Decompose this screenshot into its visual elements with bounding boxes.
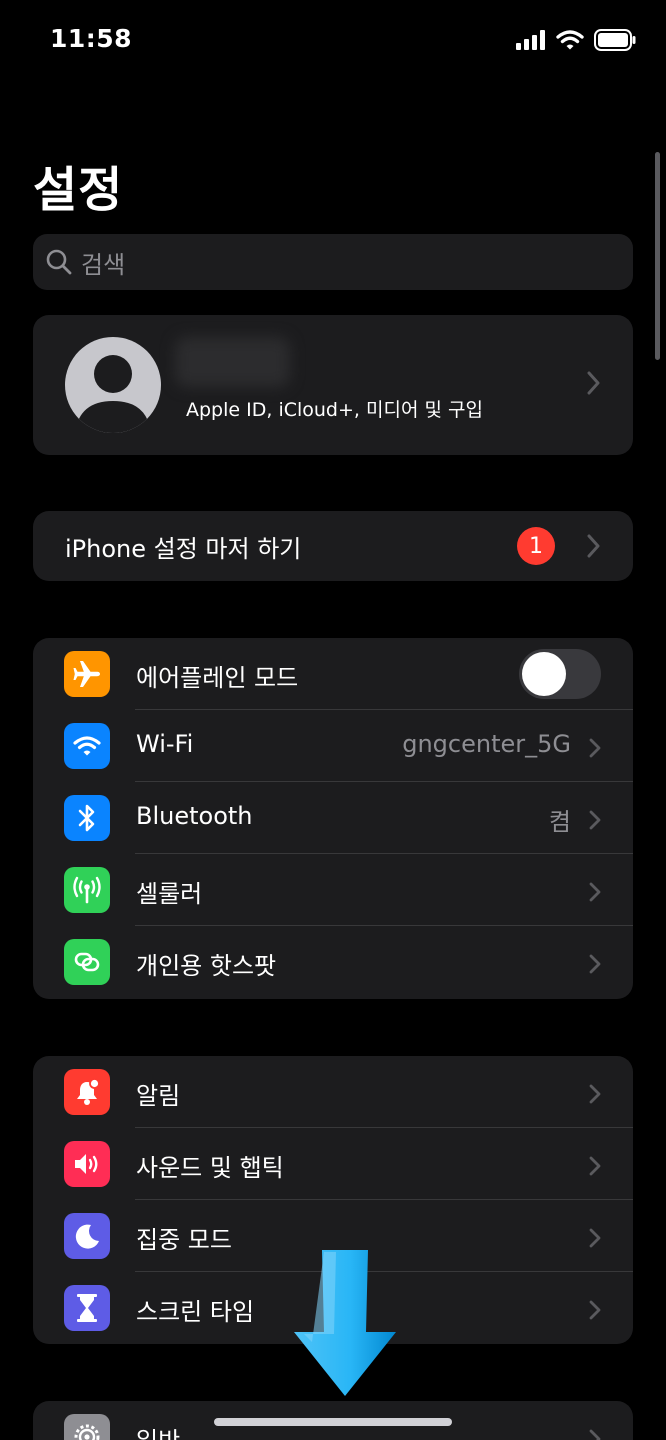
chevron-right-icon — [589, 882, 601, 902]
chevron-right-icon — [589, 810, 601, 830]
wifi-icon — [64, 723, 110, 769]
chevron-right-icon — [589, 738, 601, 758]
personal-hotspot-row[interactable]: 개인용 핫스팟 — [33, 926, 633, 998]
row-label: Bluetooth — [136, 802, 253, 830]
cellular-signal-icon — [516, 30, 545, 50]
row-label: 셀룰러 — [136, 880, 203, 908]
moon-icon — [64, 1213, 110, 1259]
search-placeholder: 검색 — [81, 250, 126, 279]
wifi-icon — [556, 30, 584, 50]
chevron-right-icon — [587, 534, 600, 558]
profile-subtitle: Apple ID, iCloud+, 미디어 및 구입 — [186, 399, 483, 421]
row-label: Wi-Fi — [136, 730, 194, 758]
chevron-right-icon — [589, 1429, 601, 1440]
status-bar: 11:58 — [0, 0, 666, 80]
row-label: 에어플레인 모드 — [136, 664, 299, 692]
bluetooth-status: 켬 — [548, 808, 571, 836]
home-indicator[interactable] — [214, 1418, 452, 1426]
status-icons — [516, 29, 636, 51]
bell-icon — [64, 1069, 110, 1115]
connectivity-group: 에어플레인 모드 Wi-Fi gngcenter_5G Bluetooth 켬 — [33, 638, 633, 999]
search-icon — [46, 249, 72, 275]
wifi-network-name: gngcenter_5G — [402, 730, 571, 758]
battery-icon — [594, 29, 636, 51]
chevron-right-icon — [589, 1300, 601, 1320]
row-label: 알림 — [136, 1082, 181, 1110]
row-label: 스크린 타임 — [136, 1298, 255, 1326]
page-title: 설정 — [33, 162, 124, 218]
finish-setup-cell[interactable]: iPhone 설정 마저 하기 1 — [33, 511, 633, 581]
airplane-mode-toggle[interactable] — [519, 649, 601, 699]
avatar — [65, 337, 161, 433]
chevron-right-icon — [589, 1084, 601, 1104]
hotspot-icon — [64, 939, 110, 985]
status-time: 11:58 — [50, 24, 133, 53]
wifi-row[interactable]: Wi-Fi gngcenter_5G — [33, 710, 633, 782]
chevron-right-icon — [589, 1228, 601, 1248]
row-label: 사운드 및 햅틱 — [136, 1154, 284, 1182]
apple-id-profile-cell[interactable]: Apple ID, iCloud+, 미디어 및 구입 — [33, 315, 633, 455]
chevron-right-icon — [589, 954, 601, 974]
row-label: 집중 모드 — [136, 1226, 232, 1254]
notification-badge: 1 — [517, 527, 555, 565]
chevron-right-icon — [587, 371, 600, 395]
notifications-row[interactable]: 알림 — [33, 1056, 633, 1128]
sounds-haptics-row[interactable]: 사운드 및 햅틱 — [33, 1128, 633, 1200]
finish-setup-label: iPhone 설정 마저 하기 — [65, 535, 302, 563]
profile-name-redacted — [175, 337, 290, 387]
cellular-antenna-icon — [64, 867, 110, 913]
bluetooth-icon — [64, 795, 110, 841]
airplane-mode-row[interactable]: 에어플레인 모드 — [33, 638, 633, 710]
cellular-row[interactable]: 셀룰러 — [33, 854, 633, 926]
airplane-icon — [64, 651, 110, 697]
row-label: 일반 — [136, 1421, 180, 1440]
down-arrow-annotation-icon — [294, 1250, 396, 1396]
chevron-right-icon — [589, 1156, 601, 1176]
search-input[interactable]: 검색 — [33, 234, 633, 290]
speaker-icon — [64, 1141, 110, 1187]
row-label: 개인용 핫스팟 — [136, 952, 277, 980]
gear-icon — [64, 1414, 110, 1440]
scroll-indicator[interactable] — [655, 152, 660, 360]
bluetooth-row[interactable]: Bluetooth 켬 — [33, 782, 633, 854]
hourglass-icon — [64, 1285, 110, 1331]
toggle-knob — [522, 652, 566, 696]
